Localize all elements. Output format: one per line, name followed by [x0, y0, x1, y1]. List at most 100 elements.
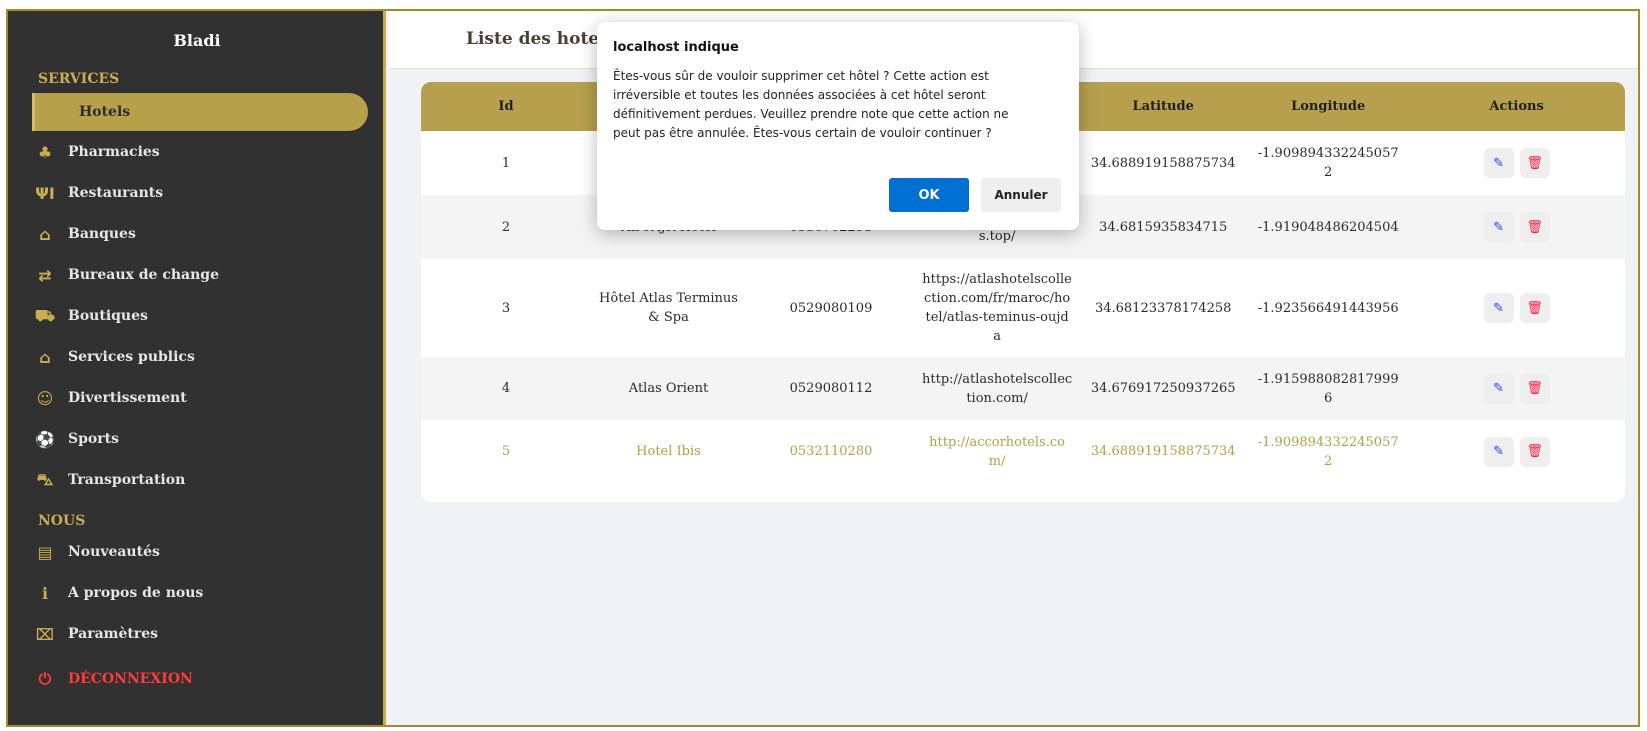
dialog-message: Êtes-vous sûr de vouloir supprimer cet h…: [613, 69, 1009, 140]
brand-title: Bladi: [173, 31, 221, 50]
edit-button[interactable]: ✎: [1483, 436, 1514, 467]
cell-longitude: -1.923566491443956: [1257, 300, 1399, 316]
sidebar-item-divertissement[interactable]: ☺ Divertissement: [32, 380, 372, 416]
info-icon: ℹ: [41, 583, 49, 603]
ok-button[interactable]: OK: [889, 178, 969, 212]
sidebar-item-restaurants[interactable]: ΨΙ Restaurants: [32, 175, 372, 211]
sidebar-item-transportation[interactable]: ⛍ Transportation: [32, 462, 372, 498]
sidebar-item-label: Boutiques: [68, 308, 148, 324]
cell-longitude: -1.915988082817999 6: [1257, 371, 1399, 406]
cell-actions: ✎ 🗑: [1408, 420, 1625, 483]
header-latitude: Latitude: [1132, 99, 1194, 114]
confirm-dialog: localhost indique Êtes-vous sûr de voulo…: [597, 22, 1079, 230]
row-actions: ✎ 🗑: [1483, 148, 1550, 178]
delete-button[interactable]: 🗑: [1519, 436, 1550, 467]
header-actions: Actions: [1489, 99, 1544, 114]
delete-button[interactable]: 🗑: [1519, 212, 1550, 242]
sidebar-item-label: Bureaux de change: [68, 267, 219, 283]
app-window: Bladi SERVICES Hotels ♣ Pharmacies ΨΙ Re…: [6, 9, 1640, 727]
row-actions: ✎ 🗑: [1483, 373, 1550, 404]
header-id: Id: [498, 99, 514, 114]
sidebar-item-label: Restaurants: [68, 185, 164, 201]
row-actions: ✎ 🗑: [1483, 436, 1550, 467]
lock-icon: ⌧: [35, 624, 55, 644]
cancel-button[interactable]: Annuler: [981, 178, 1061, 212]
cell-id: 1: [501, 155, 511, 171]
sidebar-item-label: Nouveautés: [68, 544, 160, 560]
sidebar-item-label: Services publics: [68, 349, 195, 365]
cell-id: 4: [501, 381, 511, 396]
cell-latitude: 34.68123378174258: [1094, 300, 1232, 316]
building-icon: ⌂: [39, 347, 51, 367]
cell-phone: 0529080109: [789, 300, 873, 316]
sidebar-item-label: Pharmacies: [68, 144, 160, 160]
cell-actions: ✎ 🗑: [1408, 357, 1625, 420]
row-actions: ✎ 🗑: [1483, 212, 1550, 242]
cell-latitude: 34.688919158875734: [1090, 444, 1236, 459]
cell-longitude: -1.909894332245057 2: [1257, 146, 1399, 180]
edit-button[interactable]: ✎: [1483, 293, 1514, 323]
sidebar-item-sports[interactable]: ⚽ Sports: [32, 421, 372, 457]
exchange-icon: ⇄: [38, 265, 52, 285]
cell-latitude: 34.676917250937265: [1090, 381, 1236, 396]
delete-button[interactable]: 🗑: [1519, 373, 1550, 404]
cell-id: 2: [501, 219, 511, 235]
nous-heading: NOUS: [38, 513, 86, 529]
sidebar-item-label: Divertissement: [68, 390, 187, 406]
utensils-icon: ΨΙ: [35, 183, 55, 203]
table-row: 5 Hotel Ibis 0532110280 http://accorhotels.…: [421, 420, 1625, 483]
dialog-title: localhost indique: [613, 40, 739, 55]
cell-latitude: 34.6815935834715: [1099, 219, 1228, 235]
sidebar-item-label: Banques: [68, 226, 136, 242]
cart-icon: ⛟: [34, 305, 56, 325]
trash-icon: 🗑: [1526, 155, 1543, 171]
trash-icon: 🗑: [1526, 381, 1543, 396]
sidebar-item-bureaux-de-change[interactable]: ⇄ Bureaux de change: [32, 257, 372, 293]
delete-button[interactable]: 🗑: [1519, 148, 1550, 178]
cell-actions: ✎ 🗑: [1408, 259, 1625, 357]
smile-icon: ☺: [36, 388, 54, 408]
sidebar-item-parametres[interactable]: ⌧ Paramètres: [32, 616, 372, 652]
table-row: 3 Hôtel Atlas Terminus & Spa 0529080109 htt…: [421, 259, 1625, 357]
header-longitude: Longitude: [1291, 99, 1366, 114]
cell-website: https://atlashotelscolle ction.com/fr/ma…: [922, 272, 1072, 344]
edit-button[interactable]: ✎: [1483, 212, 1514, 242]
sidebar-item-nouveautes[interactable]: ▤ Nouveautés: [32, 534, 372, 570]
sidebar-item-banques[interactable]: ⌂ Banques: [32, 216, 372, 252]
cell-phone: 0529080112: [789, 381, 873, 396]
cell-actions: ✎ 🗑: [1408, 195, 1625, 259]
sidebar-item-boutiques[interactable]: ⛟ Boutiques: [32, 298, 372, 334]
sidebar-item-label: A propos de nous: [68, 585, 204, 601]
sidebar-item-hotels[interactable]: Hotels: [32, 93, 368, 131]
bank-icon: ⌂: [39, 224, 51, 244]
cell-actions: ✎ 🗑: [1408, 131, 1625, 195]
logout-button[interactable]: ⏻ DÉCONNEXION: [32, 661, 372, 697]
power-icon: ⏻: [38, 669, 52, 688]
delete-button[interactable]: 🗑: [1519, 293, 1550, 323]
cell-website: http://atlashotelscollec tion.com/: [922, 371, 1073, 406]
sidebar-item-label: Sports: [68, 431, 119, 447]
cell-phone: 0532110280: [789, 444, 873, 459]
edit-button[interactable]: ✎: [1483, 373, 1514, 404]
trash-icon: 🗑: [1526, 219, 1543, 235]
cell-website: http://accorhotels.co m/: [929, 434, 1065, 469]
services-heading: SERVICES: [38, 71, 120, 87]
cell-name: Hôtel Atlas Terminus & Spa: [599, 291, 738, 325]
sidebar-item-pharmacies[interactable]: ♣ Pharmacies: [32, 134, 372, 170]
sidebar-item-a-propos[interactable]: ℹ A propos de nous: [32, 575, 372, 611]
pencil-icon: ✎: [1493, 444, 1505, 459]
trash-icon: 🗑: [1526, 444, 1543, 459]
cell-name: Atlas Orient: [628, 381, 709, 396]
sidebar-item-label: Hotels: [79, 104, 131, 120]
sidebar-item-services-publics[interactable]: ⌂ Services publics: [32, 339, 372, 375]
edit-button[interactable]: ✎: [1483, 148, 1514, 178]
row-actions: ✎ 🗑: [1483, 293, 1550, 323]
trash-icon: 🗑: [1526, 300, 1543, 316]
table-row: 4 Atlas Orient 0529080112 http://atlashotel…: [421, 357, 1625, 420]
cell-name: Hotel Ibis: [636, 444, 701, 459]
pharmacy-icon: ♣: [37, 142, 53, 162]
cell-latitude: 34.688919158875734: [1090, 155, 1236, 171]
pencil-icon: ✎: [1493, 300, 1505, 316]
sidebar-item-label: Transportation: [68, 472, 186, 488]
pencil-icon: ✎: [1493, 219, 1505, 235]
